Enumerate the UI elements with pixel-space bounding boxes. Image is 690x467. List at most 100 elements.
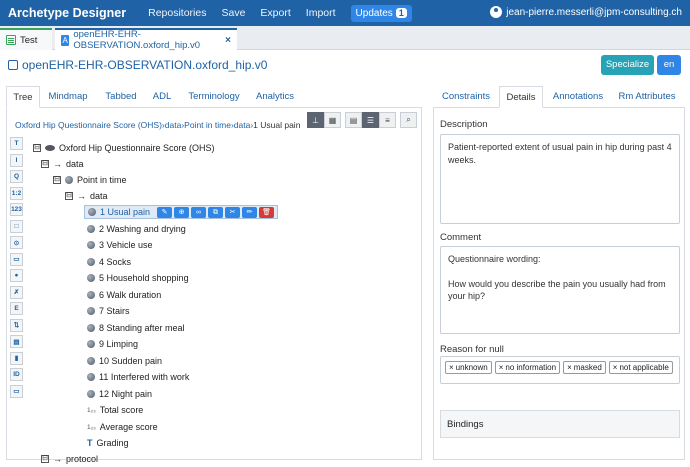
proportion-icon[interactable]: ▮ bbox=[10, 351, 23, 365]
tree-node-point-in-time[interactable]: ⊟ Point in time bbox=[53, 173, 127, 187]
tree-node[interactable]: 4 Socks bbox=[87, 255, 131, 269]
tree-node-data-inner[interactable]: ⊟ → data bbox=[65, 189, 108, 203]
breadcrumb-item[interactable]: Oxford Hip Questionnaire Score (OHS) bbox=[15, 120, 162, 130]
tree-node-label: 9 Limping bbox=[99, 339, 139, 349]
tab-annotations[interactable]: Annotations bbox=[545, 86, 611, 108]
menu-save[interactable]: Save bbox=[221, 7, 245, 19]
tab-terminology[interactable]: Terminology bbox=[181, 86, 247, 108]
arrow-icon: → bbox=[53, 159, 62, 169]
tree-node[interactable]: 10 Sudden pain bbox=[87, 354, 162, 368]
tree-node[interactable]: 1₂₃ Average score bbox=[87, 420, 158, 434]
bindings-section[interactable]: Bindings bbox=[440, 410, 680, 438]
user-menu[interactable]: jean-pierre.messerli@jpm-consulting.ch bbox=[490, 6, 682, 18]
null-reason-tags[interactable]: × unknown × no information × masked × not ap… bbox=[440, 356, 680, 384]
date-time-icon[interactable]: □ bbox=[10, 219, 23, 233]
count-icon[interactable]: 123 bbox=[10, 203, 23, 216]
file-tab-archetype[interactable]: A openEHR-EHR-OBSERVATION.oxford_hip.v0 … bbox=[55, 28, 237, 51]
element-icon[interactable]: E bbox=[10, 302, 23, 315]
collapse-toggle[interactable]: ⊟ bbox=[53, 176, 61, 184]
tree-node[interactable]: 5 Household shopping bbox=[87, 271, 189, 285]
tree-node-protocol[interactable]: ⊟ → protocol bbox=[41, 452, 98, 466]
tree-node[interactable]: 12 Night pain bbox=[87, 387, 152, 401]
tree-node[interactable]: 3 Vehicle use bbox=[87, 238, 153, 252]
tag-masked[interactable]: × masked bbox=[563, 361, 606, 374]
tree-node[interactable]: T Grading bbox=[87, 436, 129, 450]
description-text: Patient-reported extent of usual pain in… bbox=[448, 142, 672, 165]
ordinal-icon[interactable]: ▭ bbox=[10, 252, 23, 266]
pencil-icon[interactable]: ✏ bbox=[242, 206, 258, 218]
tab-mindmap[interactable]: Mindmap bbox=[42, 86, 94, 108]
search-icon[interactable]: ⌕ bbox=[400, 112, 417, 128]
tag-no-information[interactable]: × no information bbox=[494, 361, 561, 374]
copy-icon[interactable]: ⧉ bbox=[208, 206, 224, 218]
cut-icon[interactable]: ✂ bbox=[225, 206, 241, 218]
tree-node-label: 7 Stairs bbox=[99, 306, 130, 316]
tree-node-root[interactable]: ⊟ Oxford Hip Questionnaire Score (OHS) bbox=[33, 141, 215, 155]
identifier-icon[interactable]: ID bbox=[10, 368, 23, 381]
collapse-toggle[interactable]: ⊟ bbox=[65, 192, 73, 200]
breadcrumb-item[interactable]: data bbox=[234, 120, 251, 130]
tag-unknown[interactable]: × unknown bbox=[445, 361, 492, 374]
collapse-toggle[interactable]: ⊟ bbox=[41, 160, 49, 168]
app-brand[interactable]: Archetype Designer bbox=[8, 6, 126, 20]
tree-node[interactable]: 7 Stairs bbox=[87, 304, 130, 318]
tree-node[interactable]: 11 Interfered with work bbox=[87, 370, 189, 384]
tree-view-icon[interactable]: ⊥ bbox=[307, 112, 324, 128]
tree-node-data[interactable]: ⊟ → data bbox=[41, 157, 84, 171]
remove-tag-icon[interactable]: × bbox=[567, 362, 572, 373]
grid-view-icon[interactable]: ▦ bbox=[324, 112, 341, 128]
tree-node[interactable]: 9 Limping bbox=[87, 337, 138, 351]
tree-node[interactable]: 8 Standing after meal bbox=[87, 321, 185, 335]
tree-node[interactable]: 2 Washing and drying bbox=[87, 222, 186, 236]
remove-tag-icon[interactable]: × bbox=[613, 362, 618, 373]
delete-icon[interactable]: 🗑 bbox=[259, 206, 275, 218]
interval-icon[interactable]: ⇅ bbox=[10, 318, 23, 332]
ratio-icon[interactable]: 1:2 bbox=[10, 186, 23, 200]
arrow-icon: → bbox=[77, 191, 86, 201]
uri-icon[interactable]: ▭ bbox=[10, 384, 23, 398]
updates-button[interactable]: Updates 1 bbox=[350, 4, 412, 22]
tag-not-applicable[interactable]: × not applicable bbox=[608, 361, 673, 374]
tree-node[interactable]: 1₂₃ Total score bbox=[87, 403, 143, 417]
breadcrumb-current: 1 Usual pain bbox=[253, 120, 301, 130]
file-tab-test[interactable]: Test bbox=[0, 28, 52, 50]
quantity-icon[interactable]: Q bbox=[10, 170, 23, 183]
menu-repositories[interactable]: Repositories bbox=[148, 7, 206, 19]
link-icon[interactable]: ∞ bbox=[191, 206, 207, 218]
duration-icon[interactable]: ⊙ bbox=[10, 236, 23, 249]
tree-node[interactable]: 6 Walk duration bbox=[87, 288, 161, 302]
boolean-icon[interactable]: ● bbox=[10, 269, 23, 282]
tab-adl[interactable]: ADL bbox=[148, 86, 176, 108]
menu-export[interactable]: Export bbox=[260, 7, 290, 19]
language-button[interactable]: en bbox=[657, 55, 681, 75]
menu-import[interactable]: Import bbox=[306, 7, 336, 19]
collapse-toggle[interactable]: ⊟ bbox=[33, 144, 41, 152]
breadcrumb-item[interactable]: data bbox=[165, 120, 182, 130]
description-textarea[interactable]: Patient-reported extent of usual pain in… bbox=[440, 134, 680, 224]
list-view-icon[interactable]: ☰ bbox=[362, 112, 379, 128]
tree-node-label: Oxford Hip Questionnaire Score (OHS) bbox=[59, 143, 215, 153]
add-icon[interactable]: ⊕ bbox=[174, 206, 190, 218]
choice-icon[interactable]: ✗ bbox=[10, 285, 23, 299]
tab-details[interactable]: Details bbox=[499, 86, 543, 108]
remove-tag-icon[interactable]: × bbox=[499, 362, 504, 373]
specialize-button[interactable]: Specialize bbox=[601, 55, 654, 75]
external-link-icon[interactable] bbox=[8, 60, 18, 70]
comment-textarea[interactable]: Questionnaire wording: How would you des… bbox=[440, 246, 680, 334]
detail-view-icon[interactable]: ≡ bbox=[379, 112, 396, 128]
breadcrumb-item[interactable]: Point in time bbox=[184, 120, 231, 130]
compact-view-icon[interactable]: ▤ bbox=[345, 112, 362, 128]
multimedia-icon[interactable]: ▤ bbox=[10, 335, 23, 348]
collapse-toggle[interactable]: ⊟ bbox=[41, 455, 49, 463]
tree-node-selected[interactable]: 1 Usual pain ✎ ⊕ ∞ ⧉ ✂ ✏ 🗑 bbox=[84, 205, 279, 219]
tab-rm-attributes[interactable]: Rm Attributes bbox=[613, 86, 681, 108]
tab-constraints[interactable]: Constraints bbox=[433, 86, 499, 108]
close-tab-icon[interactable]: × bbox=[225, 35, 231, 46]
remove-tag-icon[interactable]: × bbox=[449, 362, 454, 373]
tab-tabbed[interactable]: Tabbed bbox=[98, 86, 144, 108]
coded-text-icon[interactable]: I bbox=[10, 153, 23, 167]
tab-tree[interactable]: Tree bbox=[6, 86, 40, 108]
text-element-icon[interactable]: T bbox=[10, 137, 23, 150]
edit-icon[interactable]: ✎ bbox=[157, 206, 173, 218]
tab-analytics[interactable]: Analytics bbox=[251, 86, 299, 108]
